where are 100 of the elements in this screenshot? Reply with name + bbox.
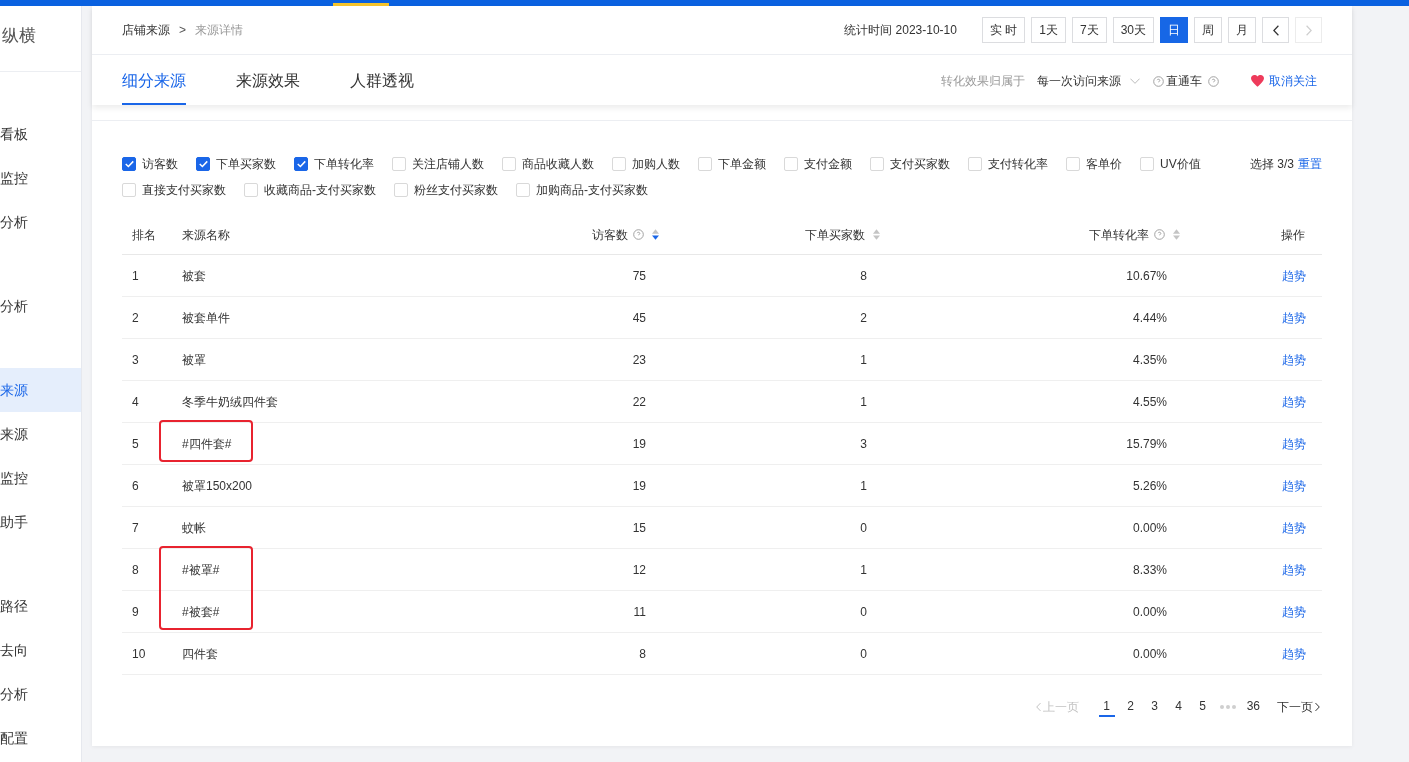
sidebar-item[interactable]: 分析 <box>0 284 81 328</box>
table-cell-text: 15 <box>632 519 646 537</box>
chevron-left-icon <box>1035 702 1041 712</box>
period-button[interactable]: 1天 <box>1031 17 1066 43</box>
table-cell-text: 5 <box>132 435 139 453</box>
period-button[interactable]: 月 <box>1228 17 1256 43</box>
sidebar-item[interactable]: 路径 <box>0 584 81 628</box>
sidebar-item[interactable]: 监控 <box>0 456 81 500</box>
table-cell-text: 3 <box>860 435 867 453</box>
metric-label: 粉丝支付买家数 <box>414 182 498 199</box>
sidebar-item[interactable]: 助手 <box>0 500 81 544</box>
sidebar-item[interactable]: 分析 <box>0 672 81 716</box>
previous-button[interactable] <box>1262 17 1289 43</box>
trend-link[interactable]: 趋势 <box>1282 350 1306 369</box>
period-button[interactable]: 周 <box>1194 17 1222 43</box>
table-cell-text: 四件套 <box>182 645 218 663</box>
sidebar-item[interactable]: 来源 <box>0 412 81 456</box>
table-cell-text: 5.26% <box>1132 477 1167 495</box>
page-button[interactable]: 1 <box>1098 697 1115 717</box>
table-cell-text: 1 <box>860 561 867 579</box>
trend-link[interactable]: 趋势 <box>1282 644 1306 663</box>
metric-label: 下单金额 <box>718 156 766 173</box>
table-cell-text: 23 <box>632 351 646 369</box>
chevron-left-icon <box>1272 24 1279 36</box>
trend-link[interactable]: 趋势 <box>1282 476 1306 495</box>
trend-link[interactable]: 趋势 <box>1282 266 1306 285</box>
sidebar-item[interactable]: 看板 <box>0 112 81 156</box>
unfollow-button[interactable]: 取消关注 <box>1251 72 1317 90</box>
table-cell-text: 7 <box>132 519 139 537</box>
sidebar-item[interactable]: 监控 <box>0 156 81 200</box>
page-button[interactable]: 3 <box>1146 697 1163 717</box>
selection-count: 选择 3/3 <box>1250 156 1294 173</box>
breadcrumb-link[interactable]: 店铺来源 <box>122 21 170 39</box>
checkbox[interactable] <box>196 157 210 171</box>
sort-icon[interactable] <box>652 229 659 240</box>
metric-label: 商品收藏人数 <box>522 156 594 173</box>
metric-label: UV价值 <box>1160 156 1201 173</box>
column-header: 下单转化率 <box>1089 226 1149 244</box>
trend-link[interactable]: 趋势 <box>1282 434 1306 453</box>
metric-label: 关注店铺人数 <box>412 156 484 173</box>
table-cell-text: 2 <box>132 309 139 327</box>
reset-link[interactable]: 重置 <box>1298 155 1322 173</box>
page-button[interactable]: 5 <box>1194 697 1211 717</box>
metric-label: 支付买家数 <box>890 156 950 173</box>
nav-indicator <box>333 3 389 6</box>
table-cell-text: #四件套# <box>182 435 232 453</box>
period-button[interactable]: 7天 <box>1071 17 1107 43</box>
table-cell-text: 冬季牛奶绒四件套 <box>182 393 278 411</box>
page-button[interactable]: 2 <box>1122 697 1139 717</box>
sidebar-item[interactable]: 分析 <box>0 200 81 244</box>
tab[interactable]: 人群透视 <box>350 55 414 105</box>
table-cell-text: 1 <box>132 267 139 285</box>
table-cell-text: 9 <box>132 603 139 621</box>
sidebar-item[interactable]: 配置 <box>0 716 81 760</box>
trend-link[interactable]: 趋势 <box>1282 560 1306 579</box>
stat-time: 统计时间 2023-10-10 <box>844 22 957 39</box>
trend-link[interactable]: 趋势 <box>1282 518 1306 537</box>
caret-icon <box>1130 78 1140 84</box>
attribution-select[interactable]: 每一次访问来源 <box>1037 72 1140 90</box>
metric-label: 下单买家数 <box>216 156 276 173</box>
next-page-button[interactable]: 下一页 <box>1277 698 1320 716</box>
checkbox[interactable] <box>122 157 136 171</box>
metric-label: 加购人数 <box>632 156 680 173</box>
period-button[interactable]: 实 时 <box>981 17 1026 43</box>
table-cell-text: 10.67% <box>1126 267 1167 285</box>
page-button[interactable]: 4 <box>1170 697 1187 717</box>
trend-link[interactable]: 趋势 <box>1282 602 1306 621</box>
table-cell-text: 8 <box>639 645 646 663</box>
period-button[interactable]: 日 <box>1160 17 1188 43</box>
table-cell-text: 12 <box>632 561 646 579</box>
tab[interactable]: 细分来源 <box>122 55 186 105</box>
metric-label: 收藏商品-支付买家数 <box>264 182 376 199</box>
metric-label: 支付金额 <box>804 156 852 173</box>
page-button[interactable]: 36 <box>1244 697 1262 717</box>
column-header: 来源名称 <box>182 226 230 244</box>
trend-link[interactable]: 趋势 <box>1282 308 1306 327</box>
table-cell-text: #被罩# <box>182 561 220 579</box>
metric-label: 访客数 <box>142 156 178 173</box>
table-cell-text: 0.00% <box>1132 603 1167 621</box>
help-icon <box>1208 75 1219 87</box>
table-cell-text: 8 <box>860 267 867 285</box>
table-cell-text: 75 <box>632 267 646 285</box>
metric-label: 支付转化率 <box>988 156 1048 173</box>
table-cell-text: 被罩 <box>182 351 206 369</box>
period-button[interactable]: 30天 <box>1112 17 1154 43</box>
sidebar-item[interactable]: 来源 <box>0 368 81 412</box>
table-cell-text: 3 <box>132 351 139 369</box>
channel-label: 直通车 <box>1166 73 1202 90</box>
trend-link[interactable]: 趋势 <box>1282 392 1306 411</box>
metric-label: 客单价 <box>1086 156 1122 173</box>
tab[interactable]: 来源效果 <box>236 55 300 105</box>
table-cell-text: 1 <box>860 477 867 495</box>
table-cell-text: 8.33% <box>1132 561 1167 579</box>
checkbox[interactable] <box>294 157 308 171</box>
table-cell-text: 8 <box>132 561 139 579</box>
metric-label: 加购商品-支付买家数 <box>536 182 648 199</box>
table-cell-text: 0.00% <box>1132 519 1167 537</box>
table-cell-text: 被套单件 <box>182 309 230 327</box>
heart-icon <box>1251 75 1264 87</box>
sidebar-item[interactable]: 去向 <box>0 628 81 672</box>
